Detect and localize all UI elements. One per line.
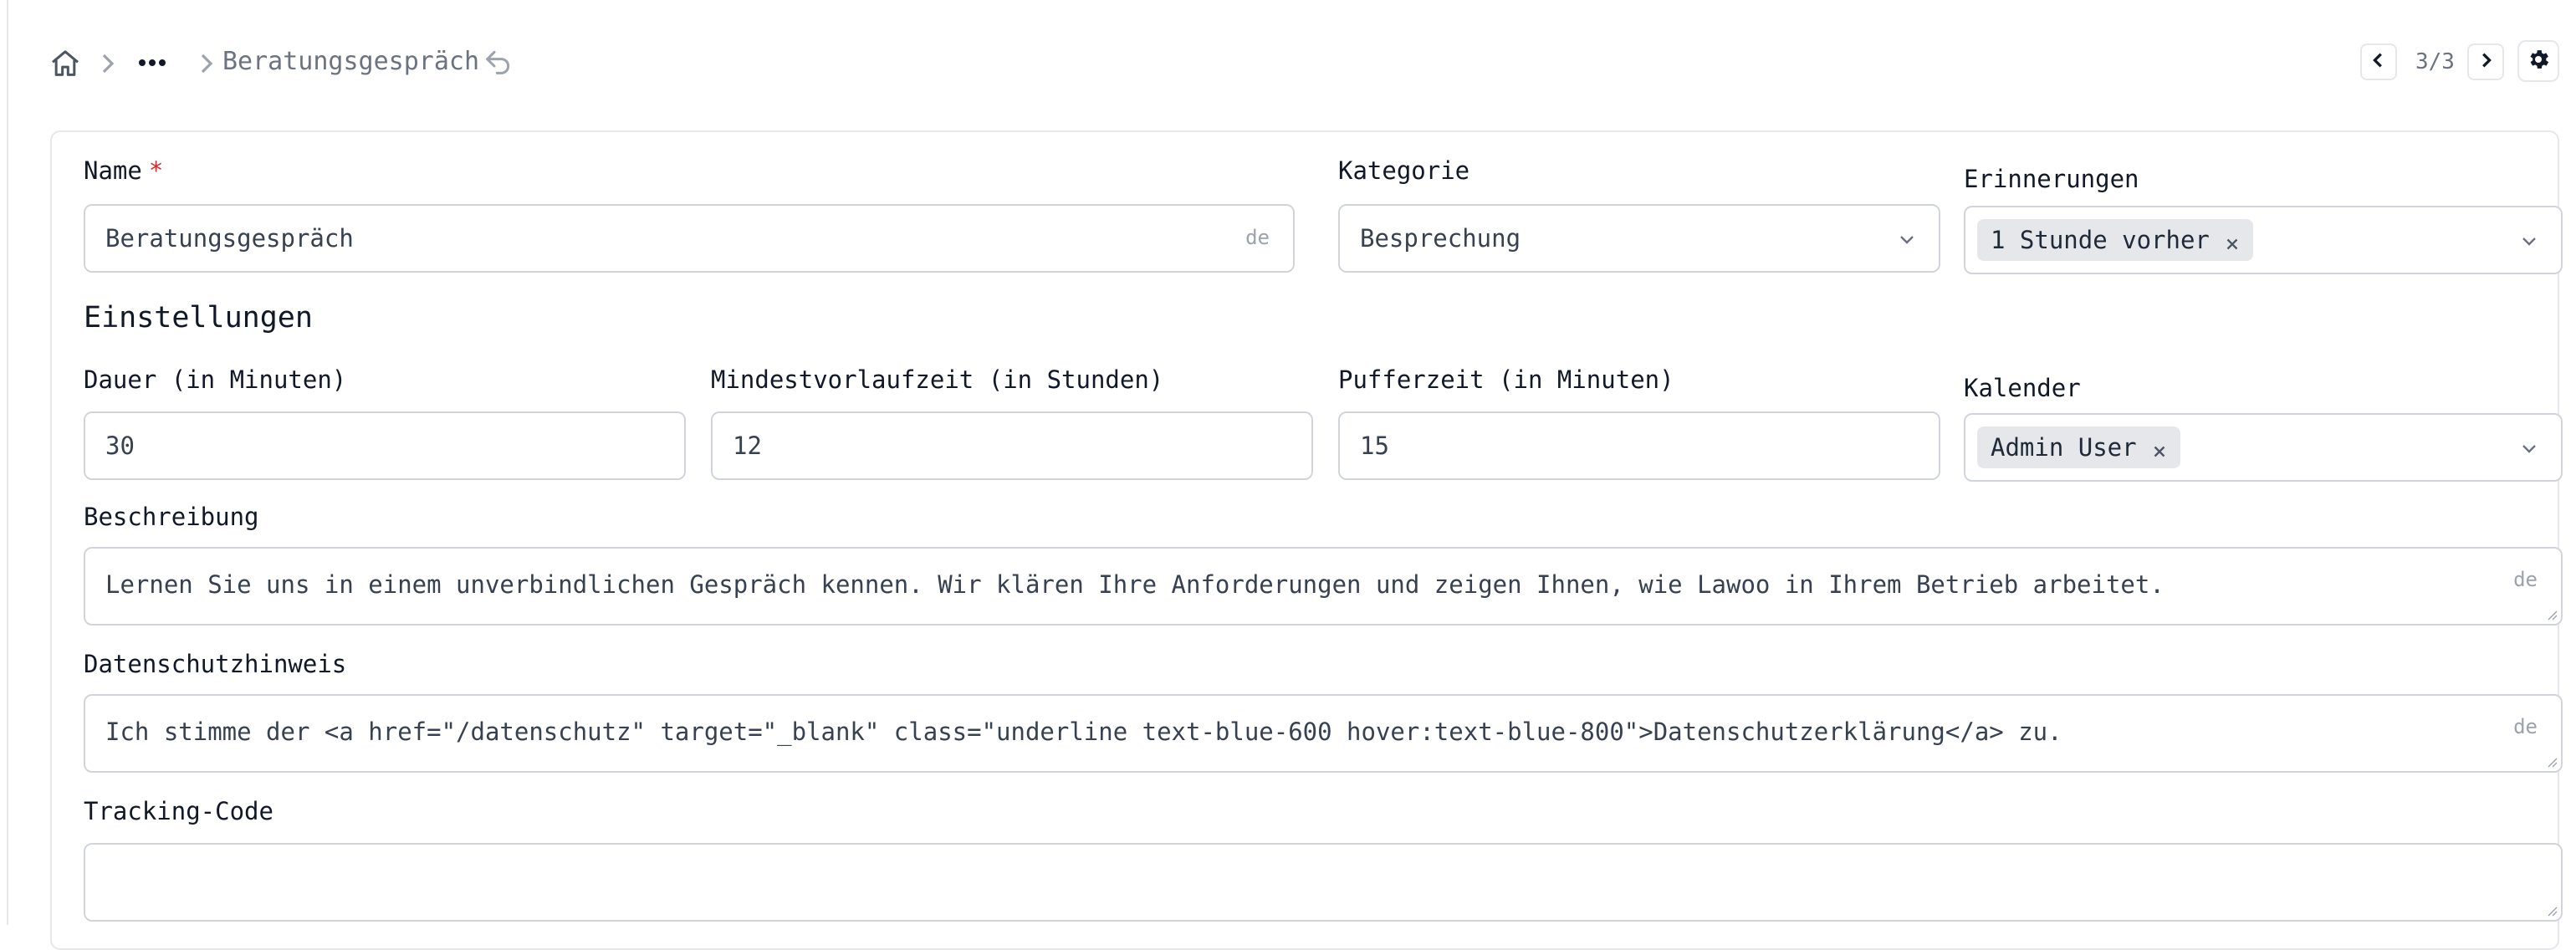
calendar-chip-label: Admin User <box>1991 433 2137 462</box>
reminder-chip-label: 1 Stunde vorher <box>1991 226 2210 254</box>
kategorie-value: Besprechung <box>1360 224 1521 253</box>
next-button[interactable] <box>2467 43 2504 80</box>
vorlauf-value: 12 <box>733 432 762 460</box>
page-frame: Beratungsgespräch 3/3 Name * Beratungsge… <box>7 0 2576 950</box>
chevron-right-icon <box>97 49 117 79</box>
datenschutz-textarea[interactable]: Ich stimme der <a href="/datenschutz" ta… <box>84 694 2563 773</box>
kategorie-label: Kategorie <box>1338 156 1470 185</box>
tracking-textarea[interactable] <box>84 843 2563 922</box>
previous-button[interactable] <box>2360 43 2397 80</box>
gear-icon <box>2526 47 2551 75</box>
vorlauf-input[interactable]: 12 <box>711 411 1313 480</box>
name-value: Beratungsgespräch <box>105 224 354 253</box>
name-label-text: Name <box>84 156 142 185</box>
resize-handle-icon[interactable] <box>2544 754 2558 768</box>
pager-count: 3/3 <box>2415 49 2455 74</box>
language-badge: de <box>2513 715 2538 738</box>
puffer-value: 15 <box>1360 432 1389 460</box>
section-title: Einstellungen <box>84 301 313 335</box>
chevron-left-icon <box>2369 51 2388 73</box>
name-input[interactable]: Beratungsgespräch de <box>84 204 1295 273</box>
language-badge: de <box>2513 568 2538 591</box>
datenschutz-label: Datenschutzhinweis <box>84 650 347 678</box>
kategorie-select[interactable]: Besprechung <box>1338 204 1940 273</box>
undo-icon[interactable] <box>482 45 515 79</box>
dauer-label: Dauer (in Minuten) <box>84 365 347 394</box>
beschreibung-label: Beschreibung <box>84 503 259 531</box>
kalender-multiselect[interactable]: Admin User <box>1964 413 2563 482</box>
dauer-input[interactable]: 30 <box>84 411 686 480</box>
reminder-chip: 1 Stunde vorher <box>1977 219 2253 261</box>
resize-handle-icon[interactable] <box>2544 607 2558 621</box>
erinnerungen-label: Erinnerungen <box>1964 165 2139 193</box>
home-icon[interactable] <box>49 47 82 80</box>
vorlauf-label: Mindestvorlaufzeit (in Stunden) <box>711 365 1164 394</box>
language-badge: de <box>1245 226 1270 249</box>
close-icon[interactable] <box>2150 438 2169 457</box>
required-mark: * <box>148 156 164 185</box>
chevron-right-icon <box>2476 51 2495 73</box>
more-icon[interactable] <box>134 50 171 75</box>
dauer-value: 30 <box>105 432 135 460</box>
chevron-down-icon <box>2519 438 2539 458</box>
breadcrumb-current: Beratungsgespräch <box>222 47 480 76</box>
puffer-label: Pufferzeit (in Minuten) <box>1338 365 1674 394</box>
beschreibung-value: Lernen Sie uns in einem unverbindlichen … <box>105 570 2165 599</box>
beschreibung-textarea[interactable]: Lernen Sie uns in einem unverbindlichen … <box>84 547 2563 626</box>
chevron-down-icon <box>1897 229 1917 249</box>
calendar-chip: Admin User <box>1977 426 2180 468</box>
top-bar: Beratungsgespräch 3/3 <box>8 0 2576 125</box>
name-label: Name * <box>84 154 163 187</box>
resize-handle-icon[interactable] <box>2544 903 2558 917</box>
kalender-label: Kalender <box>1964 374 2081 402</box>
close-icon[interactable] <box>2223 231 2241 250</box>
chevron-right-icon <box>196 49 216 79</box>
settings-button[interactable] <box>2517 40 2559 82</box>
chevron-down-icon <box>2519 231 2539 251</box>
erinnerungen-multiselect[interactable]: 1 Stunde vorher <box>1964 206 2563 274</box>
puffer-input[interactable]: 15 <box>1338 411 1940 480</box>
form-card: Name * Beratungsgespräch de Kategorie Bes… <box>50 130 2563 950</box>
tracking-label: Tracking-Code <box>84 797 273 825</box>
datenschutz-value: Ich stimme der <a href="/datenschutz" ta… <box>105 718 2062 746</box>
